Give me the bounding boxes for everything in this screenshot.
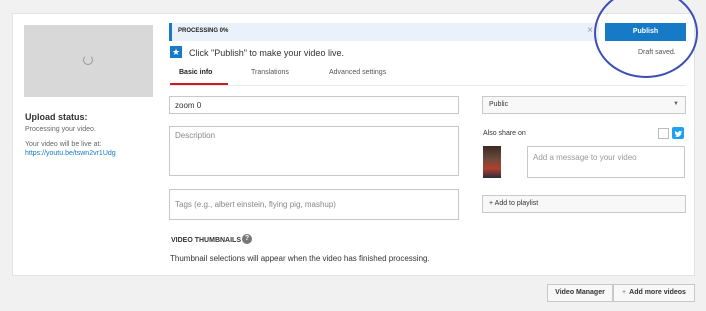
tab-advanced-settings[interactable]: Advanced settings xyxy=(329,69,386,76)
plus-icon: + xyxy=(622,289,627,296)
add-to-playlist-button[interactable]: + Add to playlist xyxy=(482,195,686,213)
publish-hint: Click "Publish" to make your video live. xyxy=(189,48,344,58)
upload-status-title: Upload status: xyxy=(25,112,88,122)
share-message-input[interactable]: Add a message to your video xyxy=(527,146,685,178)
twitter-icon[interactable] xyxy=(672,127,684,139)
video-manager-button[interactable]: Video Manager xyxy=(547,284,613,302)
loading-spinner-icon xyxy=(83,55,93,65)
also-share-label: Also share on xyxy=(483,130,526,137)
processing-label: PROCESSING 0% xyxy=(178,28,229,34)
close-icon[interactable]: × xyxy=(587,25,593,36)
tabs-divider xyxy=(169,85,686,86)
chevron-down-icon: ▼ xyxy=(673,101,679,107)
share-checkbox[interactable] xyxy=(658,128,669,139)
add-more-videos-button[interactable]: + Add more videos xyxy=(613,284,695,302)
upload-status-processing: Processing your video. xyxy=(25,126,96,133)
active-tab-indicator xyxy=(170,83,228,85)
video-thumbnail-placeholder xyxy=(24,25,153,97)
privacy-value: Public xyxy=(489,101,509,108)
thumbnails-note: Thumbnail selections will appear when th… xyxy=(170,254,430,263)
privacy-select[interactable]: Public ▼ xyxy=(482,96,686,114)
title-input[interactable]: zoom 0 xyxy=(169,96,459,114)
video-url-link[interactable]: https://youtu.be/tswn2vr1Udg xyxy=(25,150,116,157)
tab-basic-info[interactable]: Basic info xyxy=(179,69,212,76)
star-icon: ★ xyxy=(170,46,182,58)
processing-banner: PROCESSING 0% × xyxy=(169,23,599,41)
tags-input[interactable]: Tags (e.g., albert einstein, flying pig,… xyxy=(169,189,459,220)
upload-status-live-at: Your video will be live at: xyxy=(25,141,102,148)
help-icon[interactable]: ? xyxy=(242,234,252,244)
avatar xyxy=(483,146,501,178)
description-textarea[interactable]: Description xyxy=(169,126,459,176)
video-thumbnails-heading: VIDEO THUMBNAILS xyxy=(171,237,241,244)
tab-translations[interactable]: Translations xyxy=(251,69,289,76)
add-more-videos-label: Add more videos xyxy=(629,289,686,296)
